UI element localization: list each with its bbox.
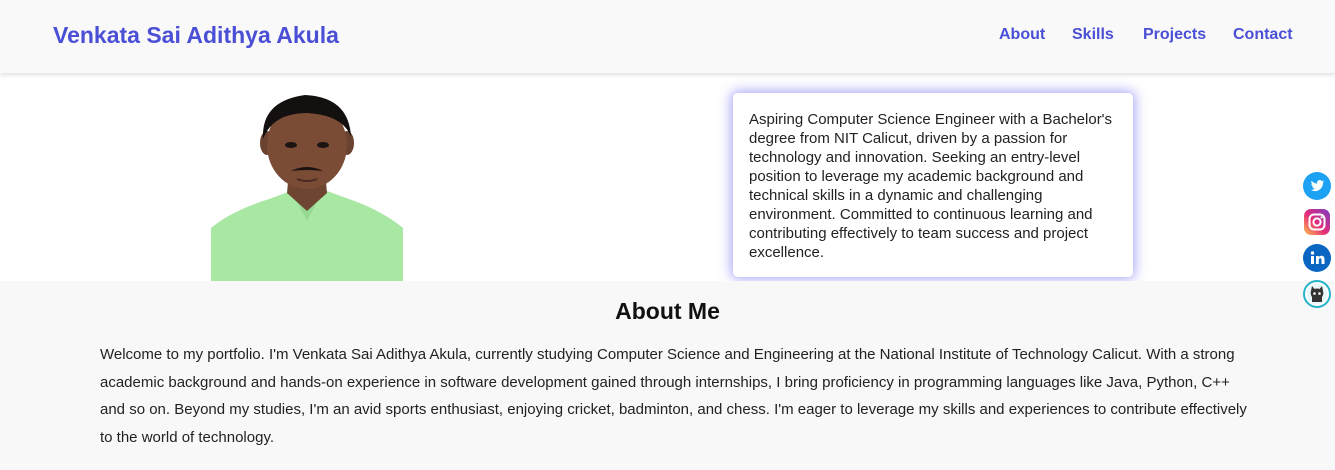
social-links xyxy=(1303,172,1332,312)
twitter-link[interactable] xyxy=(1303,172,1331,200)
github-link[interactable] xyxy=(1303,280,1331,308)
nav-link-about[interactable]: About xyxy=(999,26,1045,44)
instagram-link[interactable] xyxy=(1303,208,1331,236)
linkedin-icon xyxy=(1303,244,1331,272)
twitter-icon xyxy=(1303,172,1331,200)
profile-photo-illustration xyxy=(211,93,403,281)
site-header: Venkata Sai Adithya Akula About Skills P… xyxy=(0,0,1335,73)
instagram-icon xyxy=(1304,209,1330,235)
nav-link-projects[interactable]: Projects xyxy=(1143,26,1206,44)
linkedin-link[interactable] xyxy=(1303,244,1331,272)
about-text: Welcome to my portfolio. I'm Venkata Sai… xyxy=(100,346,1247,446)
about-section: About Me Welcome to my portfolio. I'm Ve… xyxy=(0,281,1335,470)
nav-link-contact[interactable]: Contact xyxy=(1233,26,1293,44)
nav-link-skills[interactable]: Skills xyxy=(1072,26,1114,44)
about-title: About Me xyxy=(615,298,720,324)
intro-card: Aspiring Computer Science Engineer with … xyxy=(733,93,1133,277)
profile-photo xyxy=(211,93,403,281)
hero-section: Aspiring Computer Science Engineer with … xyxy=(0,75,1335,281)
main-nav: About Skills Projects Contact xyxy=(0,26,1335,46)
github-icon xyxy=(1303,280,1331,308)
